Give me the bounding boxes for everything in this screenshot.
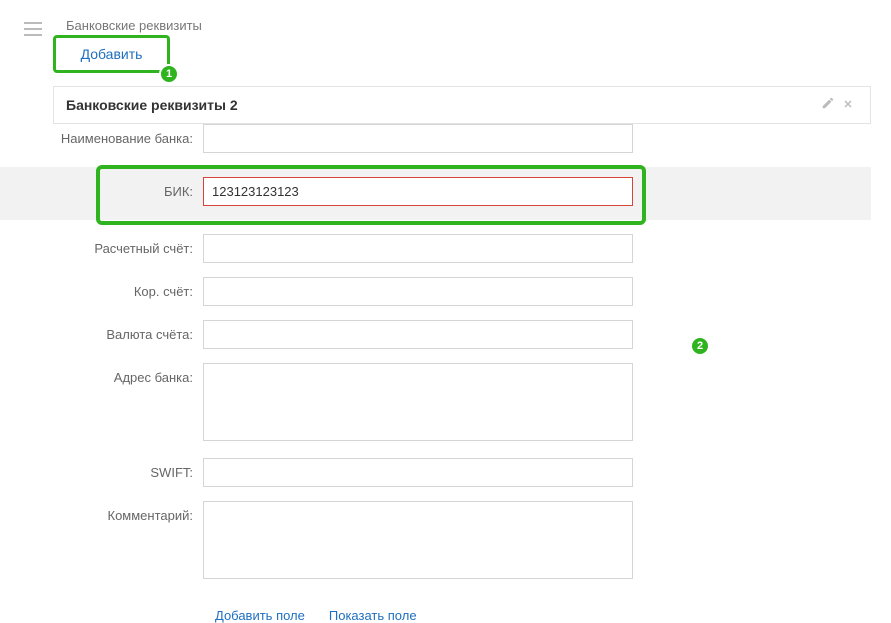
label-account: Расчетный счёт: bbox=[53, 234, 203, 256]
page-title: Банковские реквизиты bbox=[66, 18, 202, 33]
edit-icon[interactable] bbox=[818, 96, 838, 114]
row-address: Адрес банка: bbox=[53, 363, 871, 444]
step-badge-2: 2 bbox=[690, 336, 710, 356]
input-account[interactable] bbox=[203, 234, 633, 263]
hamburger-icon[interactable] bbox=[24, 22, 42, 36]
add-button-highlight: Добавить bbox=[53, 35, 170, 73]
row-bik-highlight: БИК: bbox=[0, 167, 871, 220]
label-bik: БИК: bbox=[53, 177, 203, 199]
section-header: Банковские реквизиты 2 bbox=[53, 86, 871, 124]
input-currency[interactable] bbox=[203, 320, 633, 349]
section-title: Банковские реквизиты 2 bbox=[66, 97, 818, 113]
input-bik[interactable] bbox=[203, 177, 633, 206]
label-bank-name: Наименование банка: bbox=[53, 124, 203, 146]
label-address: Адрес банка: bbox=[53, 363, 203, 385]
row-comment: Комментарий: bbox=[53, 501, 871, 582]
input-bank-name[interactable] bbox=[203, 124, 633, 153]
row-swift: SWIFT: bbox=[53, 458, 871, 487]
row-account: Расчетный счёт: bbox=[53, 234, 871, 263]
input-address[interactable] bbox=[203, 363, 633, 441]
close-icon[interactable] bbox=[838, 97, 858, 114]
step-badge-1: 1 bbox=[159, 64, 179, 84]
input-comment[interactable] bbox=[203, 501, 633, 579]
input-swift[interactable] bbox=[203, 458, 633, 487]
add-button[interactable]: Добавить bbox=[81, 46, 143, 62]
row-currency: Валюта счёта: bbox=[53, 320, 871, 349]
row-bank-name: Наименование банка: bbox=[53, 124, 871, 153]
bank-form: Наименование банка: БИК: 2 Расчетный счё… bbox=[53, 124, 871, 596]
label-currency: Валюта счёта: bbox=[53, 320, 203, 342]
label-comment: Комментарий: bbox=[53, 501, 203, 523]
label-corr: Кор. счёт: bbox=[53, 277, 203, 299]
label-swift: SWIFT: bbox=[53, 458, 203, 480]
input-corr[interactable] bbox=[203, 277, 633, 306]
row-corr: Кор. счёт: bbox=[53, 277, 871, 306]
